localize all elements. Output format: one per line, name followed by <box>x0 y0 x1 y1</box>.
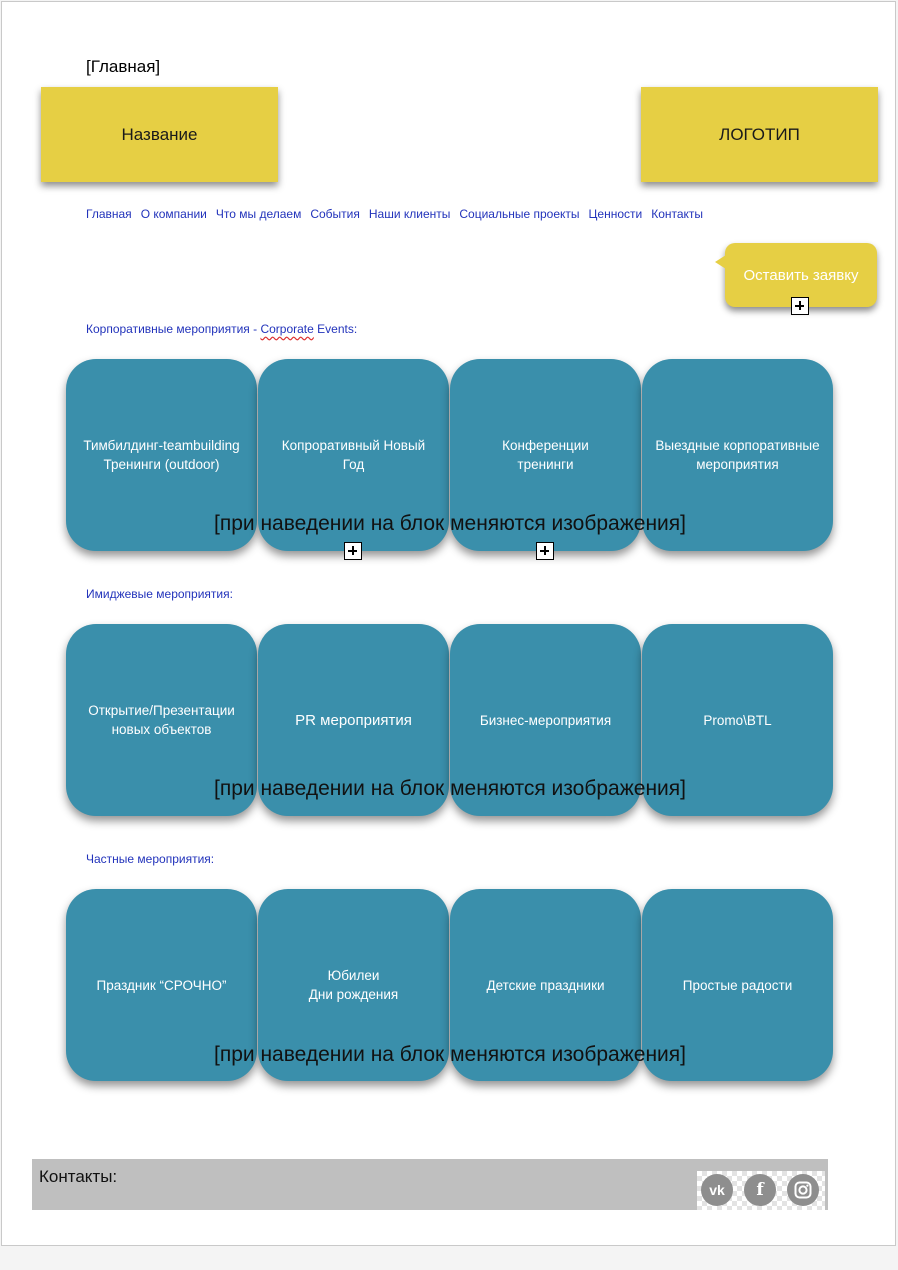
social-icons: vk f <box>697 1171 825 1210</box>
nav-item-events[interactable]: События <box>310 207 360 221</box>
nav-item-social-projects[interactable]: Социальные проекты <box>459 207 579 221</box>
nav-item-clients[interactable]: Наши клиенты <box>369 207 451 221</box>
tile-anniversaries[interactable]: Юбилеи Дни рождения <box>258 889 449 1081</box>
logo-box[interactable]: ЛОГОТИП <box>641 87 878 182</box>
site-name-label: Название <box>121 124 198 144</box>
tile-label: Тимбилдинг-teambuilding Тренинги (outdoo… <box>83 438 240 472</box>
page-canvas: [Главная] Название ЛОГОТИП Главная О ком… <box>1 1 896 1246</box>
tile-pr-events[interactable]: PR мероприятия <box>258 624 449 816</box>
tile-label: Детские праздники <box>486 977 605 993</box>
breadcrumb: [Главная] <box>86 57 161 76</box>
footer-contacts-label: Контакты: <box>39 1167 118 1186</box>
request-button-label: Оставить заявку <box>743 266 859 284</box>
nav-item-home[interactable]: Главная <box>86 207 132 221</box>
tile-urgent-party[interactable]: Праздник “СРОЧНО” <box>66 889 257 1081</box>
tile-label: Праздник “СРОЧНО” <box>96 977 227 993</box>
tile-simple-joys[interactable]: Простые радости <box>642 889 833 1081</box>
request-button[interactable]: Оставить заявку <box>715 243 877 315</box>
section-title-private-events: Частные мероприятия: <box>86 852 215 866</box>
section-title-corporate: Корпоративные мероприятия - Corporate Ev… <box>86 322 358 336</box>
spellcheck-word: Corporate <box>260 322 314 336</box>
tile-promo-btl[interactable]: Promo\BTL <box>642 624 833 816</box>
tile-label: Копроративный Новый Год <box>281 438 426 472</box>
nav-item-about[interactable]: О компании <box>141 207 207 221</box>
plus-icon[interactable] <box>536 542 554 560</box>
nav-item-services[interactable]: Что мы делаем <box>216 207 301 221</box>
nav-item-values[interactable]: Ценности <box>589 207 643 221</box>
tile-offsite-corporate[interactable]: Выездные корпоративные мероприятия <box>642 359 833 551</box>
tile-label: Конференции тренинги <box>502 438 589 472</box>
logo-label: ЛОГОТИП <box>719 124 800 144</box>
tile-openings[interactable]: Открытие/Презентации новых объектов <box>66 624 257 816</box>
tile-corporate-new-year[interactable]: Копроративный Новый Год <box>258 359 449 551</box>
tile-business-events[interactable]: Бизнес-мероприятия <box>450 624 641 816</box>
callout-tail <box>715 255 726 269</box>
tile-label: Бизнес-мероприятия <box>479 712 612 728</box>
tile-conferences[interactable]: Конференции тренинги <box>450 359 641 551</box>
main-nav: Главная О компании Что мы делаем События… <box>86 207 703 221</box>
section-title-image-events: Имиджевые мероприятия: <box>86 587 233 601</box>
tile-label: Юбилеи Дни рождения <box>308 968 399 1002</box>
plus-icon[interactable] <box>344 542 362 560</box>
vk-icon[interactable]: vk <box>701 1174 733 1206</box>
instagram-icon[interactable] <box>787 1174 819 1206</box>
tile-label: Promo\BTL <box>703 712 772 728</box>
nav-item-contacts[interactable]: Контакты <box>651 207 703 221</box>
instagram-glyph <box>794 1181 812 1199</box>
tile-label: Открытие/Презентации новых объектов <box>88 703 235 737</box>
footer: Контакты: vk f <box>32 1159 828 1210</box>
tile-kids-parties[interactable]: Детские праздники <box>450 889 641 1081</box>
site-name-box: Название <box>41 87 278 182</box>
tile-teambuilding[interactable]: Тимбилдинг-teambuilding Тренинги (outdoo… <box>66 359 257 551</box>
tile-label: Простые радости <box>682 977 793 993</box>
tile-label: PR мероприятия <box>295 711 412 729</box>
tile-label: Выездные корпоративные мероприятия <box>655 438 820 472</box>
plus-icon[interactable] <box>791 297 809 315</box>
facebook-icon[interactable]: f <box>744 1174 776 1206</box>
